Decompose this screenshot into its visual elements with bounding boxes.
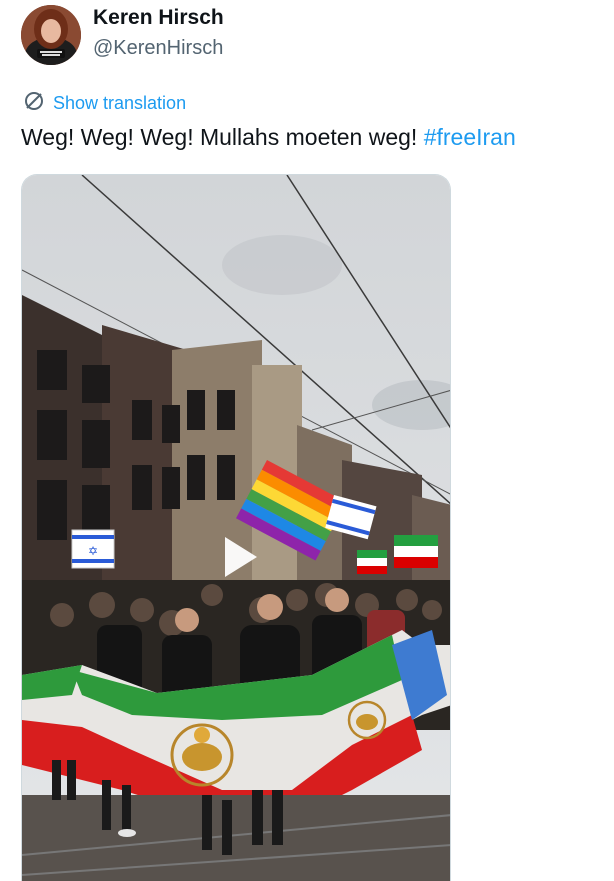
play-button[interactable] [221, 535, 261, 579]
author-display-name[interactable]: Keren Hirsch [93, 6, 224, 30]
protest-scene-image: ✡ [22, 175, 450, 881]
show-translation-label: Show translation [53, 93, 187, 113]
hashtag-link[interactable]: #freeIran [424, 124, 516, 150]
show-translation-button[interactable]: Show translation [23, 90, 186, 117]
svg-text:✡: ✡ [88, 544, 98, 558]
profile-photo [21, 5, 81, 65]
video-thumbnail[interactable]: ✡ [21, 174, 451, 881]
globe-translate-icon [23, 90, 45, 117]
author-handle[interactable]: @KerenHirsch [93, 37, 223, 60]
tweet-text: Weg! Weg! Weg! Mullahs moeten weg! #free… [21, 124, 516, 151]
tweet-body: Weg! Weg! Weg! Mullahs moeten weg! [21, 124, 424, 150]
avatar[interactable] [21, 5, 81, 65]
play-icon [225, 537, 257, 577]
